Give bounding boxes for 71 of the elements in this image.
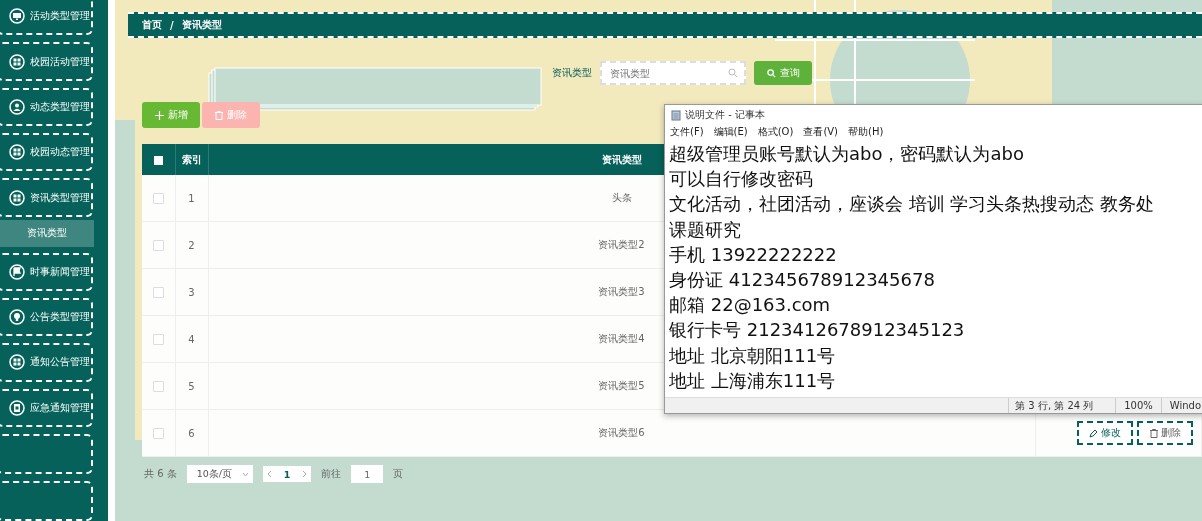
monitor-icon xyxy=(9,8,25,25)
sidebar-item[interactable]: 时事新闻管理 xyxy=(0,252,93,291)
goto-suffix: 页 xyxy=(393,467,404,481)
total-count: 共 6 条 xyxy=(144,467,177,481)
sidebar-item[interactable] xyxy=(0,433,93,474)
notepad-icon xyxy=(671,109,681,121)
search-icon xyxy=(728,68,738,78)
grid-icon xyxy=(9,53,25,70)
breadcrumb-separator: / xyxy=(170,19,174,31)
text-line: 身份证 412345678912345678 xyxy=(669,268,936,292)
text-line: 邮箱 22@163.com xyxy=(669,293,832,318)
row-checkbox[interactable] xyxy=(152,286,164,298)
sidebar-item[interactable]: 通知公告管理 xyxy=(0,343,93,382)
trash-icon xyxy=(1149,428,1158,438)
next-page-icon[interactable] xyxy=(302,470,308,478)
row-checkbox[interactable] xyxy=(152,333,164,345)
plus-icon xyxy=(154,110,164,120)
row-checkbox[interactable] xyxy=(152,380,164,392)
menu-item[interactable]: 帮助(H) xyxy=(848,125,884,139)
sidebar-item[interactable]: 应急通知管理 xyxy=(0,388,93,427)
search-icon xyxy=(766,68,776,78)
sidebar-item[interactable]: 校园活动管理 xyxy=(0,42,93,81)
sidebar-item[interactable]: 校园动态管理 xyxy=(0,133,93,172)
text-line: 银行卡号 2123412678912345123 xyxy=(669,318,966,343)
column-header: 索引 xyxy=(175,144,208,175)
sidebar-subitem[interactable]: 资讯类型 xyxy=(0,219,94,247)
person-icon xyxy=(9,98,25,115)
goto-label: 前往 xyxy=(321,467,342,481)
trash-icon xyxy=(215,110,223,120)
text-line: 手机 13922222222 xyxy=(669,242,838,267)
flag-icon xyxy=(9,263,25,280)
grid-icon xyxy=(9,354,25,371)
menu-item[interactable]: 文件(F) xyxy=(670,125,704,139)
table-cell: 5 xyxy=(175,362,208,410)
chevron-down-icon xyxy=(241,471,249,477)
sidebar-item[interactable]: 动态类型管理 xyxy=(0,87,93,127)
sidebar-item[interactable]: 公告类型管理 xyxy=(0,297,93,337)
sidebar-item[interactable]: 资讯类型管理 xyxy=(0,178,93,217)
table-cell: 4 xyxy=(175,315,208,363)
status-text: Windo xyxy=(1160,398,1202,413)
pencil-icon xyxy=(1089,428,1098,438)
table-cell: 6 xyxy=(175,409,208,457)
search-label: 资讯类型 xyxy=(552,66,592,80)
status-text: 第 3 行, 第 24 列 xyxy=(1008,398,1116,413)
menu-item[interactable]: 编辑(E) xyxy=(713,125,748,139)
edit-button[interactable]: 修改 xyxy=(1077,421,1133,445)
sidebar-item[interactable]: 活动类型管理 xyxy=(0,0,93,36)
menu-item[interactable]: 格式(O) xyxy=(757,125,794,139)
breadcrumb-link[interactable]: 首页 xyxy=(142,18,162,32)
goto-page-field[interactable]: 1 xyxy=(351,465,384,483)
page-size-select[interactable]: 10条/页 xyxy=(186,465,253,483)
table-cell: 1 xyxy=(175,175,208,222)
text-line: 地址 上海浦东111号 xyxy=(669,368,837,393)
text-line: 超级管理员账号默认为abo，密码默认为abo xyxy=(669,142,1025,166)
delete-button[interactable]: 删除 xyxy=(1137,421,1193,445)
select-all-checkbox[interactable] xyxy=(153,155,163,165)
table-cell: 3 xyxy=(175,268,208,316)
grid-icon xyxy=(9,189,25,206)
status-text: 100% xyxy=(1115,398,1161,413)
search-field[interactable]: 资讯类型 xyxy=(600,61,746,85)
bulb-icon xyxy=(9,309,25,326)
prev-page-icon[interactable] xyxy=(266,470,272,478)
row-checkbox[interactable] xyxy=(152,427,164,439)
row-checkbox[interactable] xyxy=(152,192,164,204)
menu-item[interactable]: 查看(V) xyxy=(803,125,839,139)
table-cell: 2 xyxy=(175,221,208,269)
row-checkbox[interactable] xyxy=(152,239,164,251)
document-icon xyxy=(9,399,25,416)
sidebar-item[interactable] xyxy=(0,480,93,521)
window-title: 说明文件 - 记事本 xyxy=(685,108,765,122)
grid-icon xyxy=(9,144,25,161)
